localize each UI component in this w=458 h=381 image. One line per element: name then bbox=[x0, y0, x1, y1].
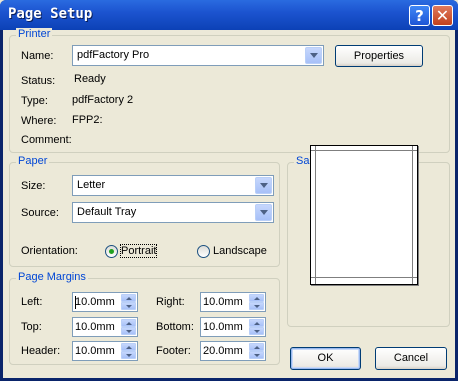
footer-margin-spinner[interactable]: 20.0mm bbox=[200, 341, 266, 361]
chevron-down-icon[interactable] bbox=[255, 177, 272, 194]
ok-button-label: OK bbox=[317, 352, 334, 364]
radio-selected-dot bbox=[109, 249, 114, 254]
portrait-label[interactable]: Portrait bbox=[119, 244, 158, 258]
footer-margin-label: Footer: bbox=[156, 345, 191, 357]
paper-size-value: Letter bbox=[77, 179, 106, 191]
status-label: Status: bbox=[21, 75, 56, 87]
spin-up-icon[interactable] bbox=[249, 294, 264, 302]
comment-label: Comment: bbox=[21, 134, 72, 146]
title-bar[interactable]: Page Setup ? ✕ bbox=[0, 0, 458, 30]
landscape-radio[interactable] bbox=[197, 245, 210, 258]
spin-down-icon[interactable] bbox=[249, 302, 264, 310]
printer-name-label: Name: bbox=[21, 50, 54, 62]
margin-guide-right bbox=[412, 146, 413, 284]
printer-group-label: Printer bbox=[16, 28, 53, 40]
window-title: Page Setup bbox=[8, 6, 93, 22]
properties-button[interactable]: Properties bbox=[335, 45, 423, 67]
spin-up-icon[interactable] bbox=[121, 343, 136, 351]
portrait-radio[interactable] bbox=[105, 245, 118, 258]
bottom-margin-spinner[interactable]: 10.0mm bbox=[200, 317, 266, 337]
printer-name-value: pdfFactory Pro bbox=[77, 49, 150, 61]
cancel-button-label: Cancel bbox=[393, 352, 429, 364]
paper-source-value: Default Tray bbox=[77, 206, 137, 218]
spin-down-icon[interactable] bbox=[249, 327, 264, 335]
properties-button-label: Properties bbox=[353, 50, 405, 62]
close-button[interactable]: ✕ bbox=[432, 5, 453, 26]
sample-page-preview bbox=[310, 145, 418, 285]
paper-source-combo[interactable]: Default Tray bbox=[72, 202, 274, 223]
help-button[interactable]: ? bbox=[409, 5, 430, 26]
source-label: Source: bbox=[21, 207, 59, 219]
margin-guide-left bbox=[315, 146, 316, 284]
page-margins-group-label: Page Margins bbox=[16, 271, 88, 283]
spin-up-icon[interactable] bbox=[249, 343, 264, 351]
type-label: Type: bbox=[21, 95, 48, 107]
left-margin-label: Left: bbox=[21, 296, 43, 308]
top-margin-label: Top: bbox=[21, 321, 42, 333]
close-icon: ✕ bbox=[435, 6, 450, 25]
right-margin-spinner[interactable]: 10.0mm bbox=[200, 292, 266, 312]
cancel-button[interactable]: Cancel bbox=[375, 347, 447, 370]
spin-up-icon[interactable] bbox=[121, 294, 136, 302]
left-margin-spinner[interactable]: 10.0mm bbox=[72, 292, 138, 312]
paper-group-label: Paper bbox=[16, 155, 50, 167]
where-value: FPP2: bbox=[72, 114, 103, 126]
text-caret bbox=[75, 296, 76, 309]
type-value: pdfFactory 2 bbox=[72, 94, 134, 106]
margin-guide-top bbox=[311, 150, 417, 151]
paper-size-combo[interactable]: Letter bbox=[72, 175, 274, 196]
size-label: Size: bbox=[21, 180, 46, 192]
header-margin-spinner[interactable]: 10.0mm bbox=[72, 341, 138, 361]
where-label: Where: bbox=[21, 115, 57, 127]
bottom-margin-value: 10.0mm bbox=[203, 321, 243, 333]
left-margin-value: 10.0mm bbox=[75, 296, 115, 308]
spin-up-icon[interactable] bbox=[121, 319, 136, 327]
spin-down-icon[interactable] bbox=[249, 351, 264, 359]
status-value: Ready bbox=[74, 73, 106, 85]
printer-name-combo[interactable]: pdfFactory Pro bbox=[72, 45, 324, 66]
spin-down-icon[interactable] bbox=[121, 327, 136, 335]
header-margin-value: 10.0mm bbox=[75, 345, 115, 357]
spin-up-icon[interactable] bbox=[249, 319, 264, 327]
help-icon: ? bbox=[415, 6, 424, 25]
footer-margin-value: 20.0mm bbox=[203, 345, 243, 357]
bottom-margin-label: Bottom: bbox=[156, 321, 194, 333]
spin-down-icon[interactable] bbox=[121, 351, 136, 359]
right-margin-label: Right: bbox=[156, 296, 185, 308]
orientation-label: Orientation: bbox=[21, 245, 78, 257]
margin-guide-bottom bbox=[311, 277, 417, 278]
right-margin-value: 10.0mm bbox=[203, 296, 243, 308]
top-margin-spinner[interactable]: 10.0mm bbox=[72, 317, 138, 337]
ok-button[interactable]: OK bbox=[290, 347, 361, 370]
landscape-label[interactable]: Landscape bbox=[213, 245, 267, 257]
chevron-down-icon[interactable] bbox=[305, 47, 322, 64]
spin-down-icon[interactable] bbox=[121, 302, 136, 310]
chevron-down-icon[interactable] bbox=[255, 204, 272, 221]
top-margin-value: 10.0mm bbox=[75, 321, 115, 333]
page-setup-dialog: Page Setup ? ✕ Printer Name: pdfFactory … bbox=[0, 0, 458, 381]
header-margin-label: Header: bbox=[21, 345, 61, 357]
